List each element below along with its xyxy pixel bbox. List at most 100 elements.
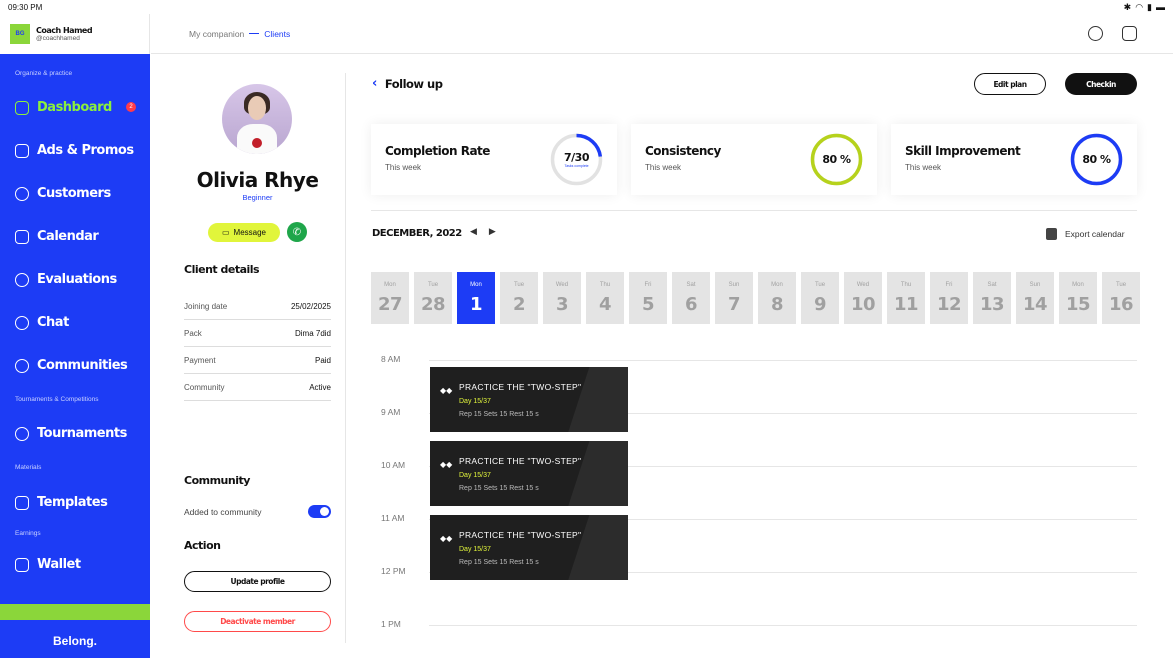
stat-title: Skill Improvement: [905, 144, 1021, 158]
calendar-day[interactable]: Sun 7: [715, 272, 753, 324]
calendar-day[interactable]: Wed 10: [844, 272, 882, 324]
breadcrumb: My companion Clients: [151, 14, 1173, 54]
sidebar-item-templates[interactable]: Templates: [15, 495, 108, 510]
event-card[interactable]: ◆◆ PRACTICE THE "TWO-STEP" Day 15/37 Rep 15…: [430, 441, 628, 506]
calendar-day[interactable]: Tue 16: [1102, 272, 1140, 324]
phone-button[interactable]: ✆: [287, 222, 307, 242]
calendar-day[interactable]: Wed 3: [543, 272, 581, 324]
day-number: 13: [979, 294, 1005, 315]
export-calendar-button[interactable]: Export calendar: [1046, 228, 1125, 240]
wifi-icon: ◠: [1135, 1, 1144, 12]
update-profile-button[interactable]: Update profile: [184, 571, 331, 592]
dumbbell-icon: ◆◆: [440, 460, 453, 469]
month-navigation: ◀ ▶: [470, 226, 496, 237]
time-label: 8 AM: [381, 354, 401, 364]
sidebar-item-wallet[interactable]: Wallet: [15, 557, 81, 572]
sidebar-item-chat[interactable]: Chat: [15, 315, 69, 330]
day-name: Sat: [686, 282, 696, 288]
stat-value-text: 80 %: [822, 153, 851, 166]
prev-month-icon[interactable]: ◀: [470, 226, 477, 237]
sidebar-item-ads[interactable]: Ads & Promos: [15, 143, 134, 158]
wallet-icon: [15, 557, 29, 572]
calendar-day[interactable]: Tue 9: [801, 272, 839, 324]
stat-subtitle: This week: [645, 163, 682, 172]
sidebar-item-customers[interactable]: Customers: [15, 186, 111, 201]
event-day: Day 15/37: [459, 398, 491, 405]
day-name: Mon: [384, 282, 396, 288]
day-number: 11: [893, 294, 919, 315]
phone-icon: ✆: [292, 226, 302, 238]
day-number: 15: [1065, 294, 1091, 315]
sidebar-item-label: Wallet: [37, 557, 81, 572]
event-card[interactable]: ◆◆ PRACTICE THE "TWO-STEP" Day 15/37 Rep 15…: [430, 367, 628, 432]
calendar-month: DECEMBER, 2022: [372, 228, 462, 239]
stat-subtitle: This week: [385, 163, 422, 172]
sidebar-item-communities[interactable]: Communities: [15, 358, 128, 373]
sidebar-item-label: Chat: [37, 315, 69, 330]
chat-icon: [15, 315, 29, 330]
community-icon: [15, 358, 29, 373]
sidebar-accent-bar: [0, 604, 150, 620]
event-card[interactable]: ◆◆ PRACTICE THE "TWO-STEP" Day 15/37 Rep 15…: [430, 515, 628, 580]
calendar-day[interactable]: Mon 1: [457, 272, 495, 324]
day-name: Wed: [856, 282, 870, 288]
sidebar-item-dashboard[interactable]: Dashboard: [15, 100, 112, 115]
calendar-day[interactable]: Thu 4: [586, 272, 624, 324]
brand-logo: Belong.: [53, 634, 97, 648]
day-number: 10: [850, 294, 876, 315]
community-toggle-label: Added to community: [184, 507, 262, 517]
sidebar-item-calendar[interactable]: Calendar: [15, 229, 99, 244]
message-label: Message: [233, 228, 267, 237]
client-details-title: Client details: [184, 263, 260, 276]
day-number: 27: [377, 294, 403, 315]
calendar-day[interactable]: Thu 11: [887, 272, 925, 324]
calendar-day[interactable]: Mon 27: [371, 272, 409, 324]
next-month-icon[interactable]: ▶: [489, 226, 496, 237]
event-decoration: [563, 441, 628, 506]
account-header[interactable]: BG Coach Hamed @coachhamed: [0, 14, 150, 54]
account-handle: @coachhamed: [36, 34, 80, 42]
sidebar-item-tournaments[interactable]: Tournaments: [15, 426, 127, 441]
time-gridline: [429, 625, 1137, 626]
checkin-button[interactable]: Checkin: [1065, 73, 1137, 95]
edit-plan-button[interactable]: Edit plan: [974, 73, 1046, 95]
time-label: 1 PM: [381, 619, 401, 629]
back-icon[interactable]: ‹: [372, 76, 377, 91]
event-decoration: [563, 367, 628, 432]
time-label: 9 AM: [381, 407, 401, 417]
sidebar-item-label: Evaluations: [37, 272, 117, 287]
notifications-icon[interactable]: [1122, 26, 1137, 41]
day-name: Fri: [945, 282, 953, 288]
day-name: Mon: [1072, 282, 1084, 288]
day-name: Sat: [987, 282, 997, 288]
day-number: 4: [598, 294, 612, 315]
calendar-day[interactable]: Sat 6: [672, 272, 710, 324]
calendar-icon: [15, 229, 29, 244]
calendar-day[interactable]: Fri 5: [629, 272, 667, 324]
status-time: 09:30 PM: [8, 2, 43, 12]
sidebar-item-evaluations[interactable]: Evaluations: [15, 272, 117, 287]
calendar-day[interactable]: Sat 13: [973, 272, 1011, 324]
settings-icon[interactable]: [1088, 26, 1103, 41]
event-day: Day 15/37: [459, 546, 491, 553]
calendar-day[interactable]: Fri 12: [930, 272, 968, 324]
day-number: 9: [813, 294, 827, 315]
sidebar: Organize & practice Dashboard Ads & Prom…: [0, 54, 150, 658]
day-number: 16: [1108, 294, 1134, 315]
breadcrumb-separator: [249, 33, 260, 34]
day-number: 14: [1022, 294, 1048, 315]
users-icon: [15, 186, 29, 201]
community-toggle[interactable]: [308, 505, 331, 518]
calendar-day[interactable]: Tue 2: [500, 272, 538, 324]
breadcrumb-parent[interactable]: My companion: [189, 29, 244, 39]
calendar-day[interactable]: Tue 28: [414, 272, 452, 324]
page-title: ‹ Follow up: [372, 76, 443, 91]
deactivate-member-button[interactable]: Deactivate member: [184, 611, 331, 632]
client-avatar: [222, 84, 292, 154]
message-button[interactable]: ▭ Message: [208, 223, 280, 242]
breadcrumb-current[interactable]: Clients: [264, 29, 290, 39]
calendar-day[interactable]: Sun 14: [1016, 272, 1054, 324]
calendar-day[interactable]: Mon 8: [758, 272, 796, 324]
calendar-day[interactable]: Mon 15: [1059, 272, 1097, 324]
event-day: Day 15/37: [459, 472, 491, 479]
